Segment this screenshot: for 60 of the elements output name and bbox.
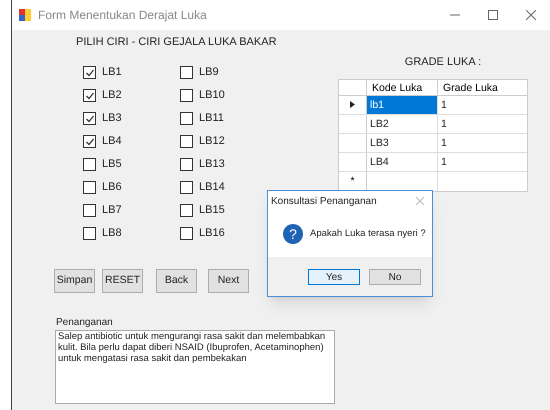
- checkbox-label: LB9: [199, 65, 219, 80]
- column-header[interactable]: Kode Luka: [367, 80, 438, 94]
- checkbox-label: LB6: [102, 180, 122, 196]
- checkbox-label: LB15: [199, 203, 225, 218]
- checkbox[interactable]: [83, 89, 96, 102]
- checkbox[interactable]: [83, 181, 96, 194]
- checkbox[interactable]: [83, 66, 96, 79]
- checkbox[interactable]: [180, 112, 193, 125]
- checkbox[interactable]: [180, 158, 193, 171]
- table-cell: LB3: [367, 134, 438, 152]
- dialog-button[interactable]: No: [369, 268, 421, 284]
- table-cell-text: 1: [440, 116, 448, 132]
- table-cell-text: 1: [440, 136, 448, 150]
- checkbox[interactable]: [180, 181, 193, 194]
- checkbox-label: LB11: [199, 111, 224, 126]
- maximize-icon[interactable]: [488, 10, 498, 20]
- checkbox[interactable]: [180, 204, 193, 217]
- penanganan-text-area[interactable]: Salep antibiotic untuk mengurangi rasa sakit dan melembabkan kulit. Bila perlu dapat diberi NSAID (Ibuprofen, Acetaminophen) untuk mengatasi rasa sakit dan pembekakan: [55, 330, 335, 404]
- checkbox[interactable]: [180, 135, 193, 148]
- app-icon: [18, 8, 32, 22]
- checkbox[interactable]: [180, 227, 193, 240]
- form-button[interactable]: RESET: [102, 269, 143, 293]
- form-button[interactable]: Next: [208, 269, 249, 293]
- checkbox-label: LB8: [102, 226, 122, 242]
- checkbox-label: LB10: [199, 88, 225, 104]
- close-icon[interactable]: [526, 10, 536, 20]
- checkbox-label: LB12: [199, 134, 225, 150]
- checkbox-label: LB1: [102, 65, 122, 80]
- form-button[interactable]: Back: [156, 269, 197, 293]
- checkbox[interactable]: [83, 158, 96, 171]
- checkbox[interactable]: [83, 204, 96, 217]
- checkbox-label: LB2: [102, 88, 122, 104]
- row-pointer-icon: [350, 101, 355, 108]
- checkbox[interactable]: [83, 135, 96, 148]
- checkbox-label: LB4: [102, 134, 122, 150]
- dialog-button[interactable]: Yes: [308, 268, 360, 284]
- penanganan-label: Penanganan: [56, 316, 114, 330]
- checkbox[interactable]: [180, 89, 193, 102]
- checkbox[interactable]: [180, 66, 193, 79]
- checkbox-label: LB16: [199, 226, 225, 242]
- window-title: Form Menentukan Derajat Luka: [38, 7, 207, 24]
- checkbox[interactable]: [83, 112, 96, 125]
- checkbox-label: LB13: [199, 157, 225, 172]
- grade-label: GRADE LUKA :: [404, 55, 482, 70]
- checkbox[interactable]: [83, 227, 96, 240]
- dialog-title: Konsultasi Penanganan: [271, 194, 377, 208]
- dialog-message: Apakah Luka terasa nyeri ?: [310, 226, 426, 241]
- column-header[interactable]: Grade Luka: [438, 80, 527, 94]
- checkbox-label: LB5: [102, 157, 122, 172]
- table-cell: LB2: [367, 114, 438, 132]
- checkbox-label: LB14: [199, 180, 225, 196]
- heading: PILIH CIRI - CIRI GEJALA LUKA BAKAR: [76, 35, 278, 50]
- table-cell: LB4: [367, 152, 438, 170]
- table-cell-text: 1: [440, 98, 448, 112]
- table-cell-text: 1: [440, 154, 448, 170]
- question-icon: ?: [283, 224, 303, 244]
- form-button[interactable]: Simpan: [54, 269, 95, 293]
- checkbox-label: LB7: [102, 203, 122, 218]
- checkbox-label: LB3: [102, 111, 122, 126]
- table-cell: lb1: [367, 96, 438, 114]
